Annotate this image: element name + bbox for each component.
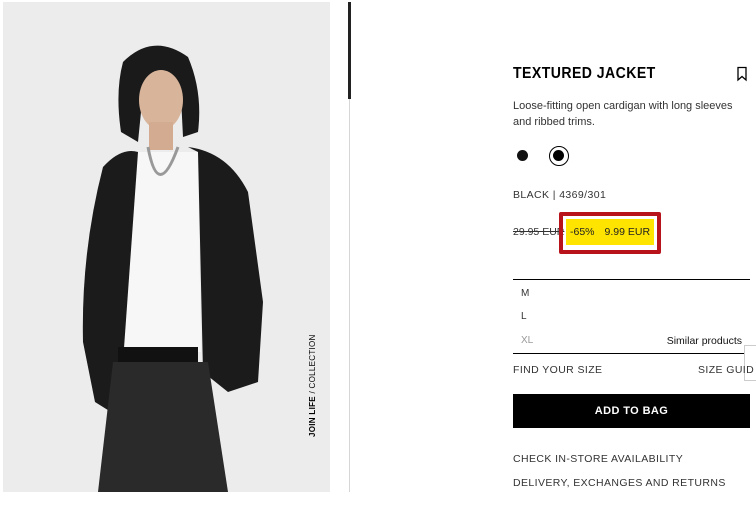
check-store-availability-link[interactable]: CHECK IN-STORE AVAILABILITY <box>513 453 683 465</box>
scroll-indicator[interactable] <box>348 2 351 99</box>
product-image <box>3 2 330 492</box>
collection-label: JOIN LIFE / COLLECTION <box>308 334 317 437</box>
bookmark-icon[interactable] <box>735 66 749 82</box>
size-guide-link[interactable]: SIZE GUID <box>698 364 754 376</box>
size-option-m[interactable]: M <box>521 288 529 299</box>
color-swatch-black-selected[interactable] <box>549 146 569 166</box>
similar-products-link[interactable]: Similar products <box>667 335 742 347</box>
product-title: TEXTURED JACKET <box>513 65 656 82</box>
size-option-l[interactable]: L <box>521 311 527 322</box>
size-selector: M L XL Similar products <box>513 279 750 354</box>
delivery-returns-link[interactable]: DELIVERY, EXCHANGES AND RETURNS <box>513 477 726 489</box>
sale-price: 9.99 EUR <box>604 226 651 238</box>
size-option-xl[interactable]: XL <box>521 335 533 346</box>
color-swatch-black-alt[interactable] <box>517 150 528 161</box>
old-price: 29.95 EUR <box>513 226 565 238</box>
product-description: Loose-fitting open cardigan with long sl… <box>513 100 733 128</box>
find-your-size-link[interactable]: FIND YOUR SIZE <box>513 364 602 376</box>
discount-percent: -65% <box>570 226 595 238</box>
add-to-bag-button[interactable]: ADD TO BAG <box>513 394 750 428</box>
sale-price-badge: -65% 9.99 EUR <box>566 219 654 245</box>
color-code: BLACK | 4369/301 <box>513 189 607 201</box>
